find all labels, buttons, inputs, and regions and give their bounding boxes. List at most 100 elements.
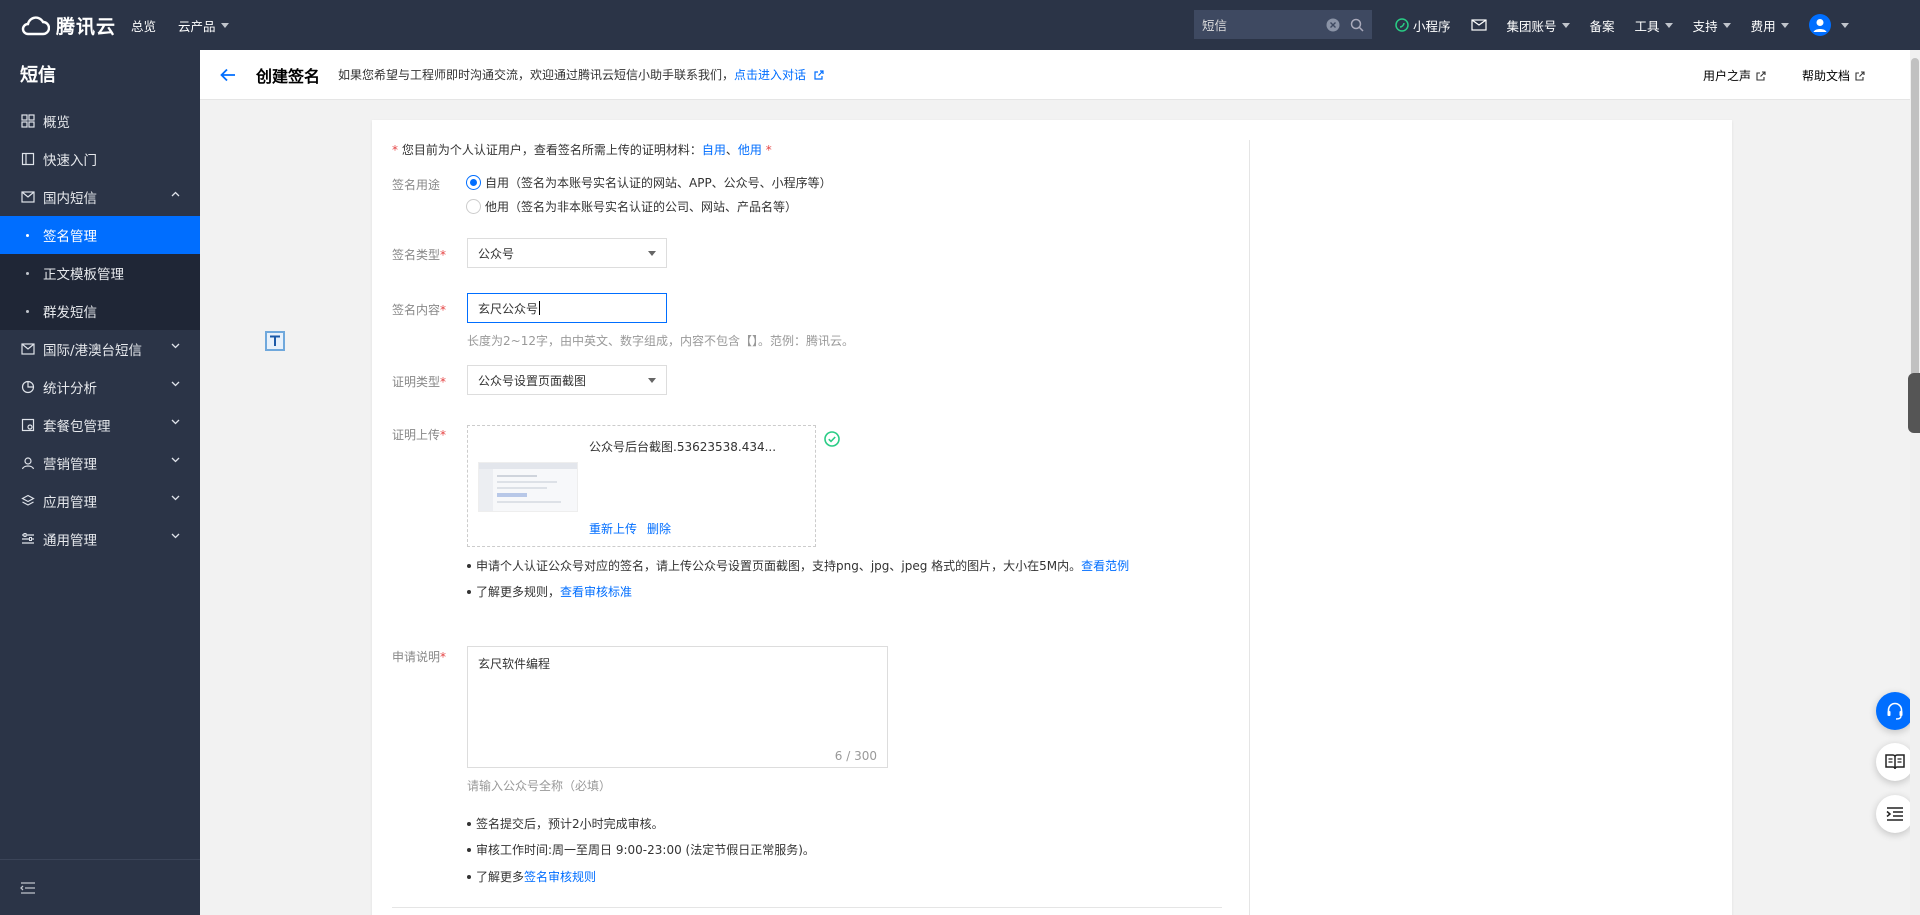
external-link-icon	[1756, 70, 1766, 81]
purpose-label: 签名用途	[392, 178, 441, 192]
user-voice-link[interactable]: 用户之声	[1685, 67, 1766, 84]
sidebar-item-label: 概览	[43, 115, 70, 131]
purpose-other-radio[interactable]: 他用（签名为非本账号实名认证的公司、网站、产品名等）	[466, 198, 797, 215]
chevron-down-icon	[648, 250, 656, 256]
search-input[interactable]: 短信	[1194, 10, 1372, 39]
uploaded-file-name: 公众号后台截图.53623538.434...	[589, 440, 777, 454]
chevron-down-icon	[648, 377, 656, 383]
top-right-nav: 小程序 集团账号 备案 工具 支持 费用	[1385, 0, 1859, 50]
nav-products-label: 云产品	[178, 18, 216, 34]
chevron-down-icon	[1722, 22, 1731, 28]
nav-billing[interactable]: 费用	[1741, 0, 1799, 50]
sidebar-title: 短信	[20, 65, 56, 86]
chevron-down-icon	[171, 343, 180, 349]
description-hint: 请输入公众号全称（必填）	[467, 779, 612, 793]
back-button[interactable]	[218, 65, 238, 85]
sidebar-item-overview[interactable]: 概览	[0, 102, 200, 140]
radio-checked	[466, 175, 481, 190]
review-note-3-text: 了解更多	[476, 870, 525, 884]
signature-content-value: 玄尺公众号	[478, 301, 539, 316]
review-note-1-text: 签名提交后，预计2小时完成审核。	[476, 817, 664, 831]
collapse-icon	[20, 881, 35, 894]
success-check-icon	[824, 431, 840, 447]
open-book-icon	[1885, 754, 1905, 770]
reupload-link[interactable]: 重新上传	[589, 520, 637, 537]
help-docs-link[interactable]: 帮助文档	[1784, 67, 1865, 84]
side-panel-handle[interactable]	[1908, 373, 1920, 433]
signature-type-value: 公众号	[478, 246, 515, 261]
nav-support[interactable]: 支持	[1683, 0, 1741, 50]
sidebar-item-domestic-sms[interactable]: 国内短信	[0, 178, 200, 216]
bullet-dot	[26, 309, 29, 313]
chevron-down-icon	[171, 533, 180, 539]
upload-area[interactable]: 公众号后台截图.53623538.434... 重新上传 删除	[467, 425, 816, 547]
description-textarea[interactable]: 玄尺软件编程 6 / 300	[467, 646, 888, 768]
sidebar-item-template-management[interactable]: 正文模板管理	[0, 254, 200, 292]
text-cursor	[539, 301, 541, 315]
sidebar-item-signature-management[interactable]: 签名管理	[0, 216, 200, 254]
sidebar-item-app-management[interactable]: 应用管理	[0, 482, 200, 520]
review-note-1: 签名提交后，预计2小时完成审核。	[467, 815, 664, 832]
miniprogram-icon	[1395, 18, 1409, 32]
chevron-down-icon	[171, 381, 180, 387]
sidebar-item-bulk-sms[interactable]: 群发短信	[0, 292, 200, 330]
sidebar-item-statistics[interactable]: 统计分析	[0, 368, 200, 406]
customer-service-button[interactable]	[1876, 692, 1914, 730]
nav-group-account-label: 集团账号	[1506, 18, 1557, 34]
sidebar-item-label: 国际/港澳台短信	[43, 343, 143, 359]
sidebar-item-marketing[interactable]: 营销管理	[0, 444, 200, 482]
docs-button[interactable]	[1876, 743, 1914, 781]
text-tool-icon[interactable]	[265, 331, 285, 351]
collapse-sidebar-button[interactable]	[0, 859, 200, 915]
tencent-cloud-logo[interactable]: 腾讯云	[20, 12, 120, 39]
nav-products[interactable]: 云产品	[167, 0, 240, 50]
nav-miniprogram[interactable]: 小程序	[1385, 0, 1461, 50]
signature-type-select[interactable]: 公众号	[467, 238, 667, 268]
sidebar-item-international-sms[interactable]: 国际/港澳台短信	[0, 330, 200, 368]
clear-icon[interactable]	[1326, 18, 1340, 32]
required-mark: *	[392, 143, 402, 157]
cloud-icon	[21, 16, 50, 36]
delete-link[interactable]: 删除	[647, 520, 671, 537]
messages-button[interactable]	[1461, 0, 1497, 50]
nav-tools[interactable]: 工具	[1625, 0, 1683, 50]
purpose-self-radio[interactable]: 自用（签名为本账号实名认证的网站、APP、公众号、小程序等）	[466, 174, 832, 191]
separator: 、	[725, 143, 738, 157]
mail-icon	[1470, 19, 1487, 31]
sidebar-item-package-management[interactable]: 套餐包管理	[0, 406, 200, 444]
nav-group-account[interactable]: 集团账号	[1497, 0, 1580, 50]
chat-link[interactable]: 点击进入对话	[734, 68, 806, 82]
view-example-link[interactable]: 查看范例	[1081, 557, 1129, 574]
grid-icon	[20, 113, 36, 129]
nav-overview-label: 总览	[131, 18, 157, 34]
form-divider	[392, 907, 1222, 908]
upload-note-1: 申请个人认证公众号对应的签名，请上传公众号设置页面截图，支持png、jpg、jp…	[467, 557, 1129, 574]
review-standard-link[interactable]: 查看审核标准	[560, 583, 632, 600]
search-icon[interactable]	[1350, 18, 1364, 32]
proof-type-select[interactable]: 公众号设置页面截图	[467, 365, 667, 395]
nav-filing[interactable]: 备案	[1580, 0, 1625, 50]
sidebar-item-quickstart[interactable]: 快速入门	[0, 140, 200, 178]
bullet-dot	[467, 821, 471, 826]
review-rules-link[interactable]: 签名审核规则	[524, 868, 596, 885]
outline-button[interactable]	[1876, 795, 1914, 833]
nav-overview[interactable]: 总览	[120, 0, 167, 50]
self-use-link[interactable]: 自用	[702, 143, 726, 157]
content-label: 签名内容*	[392, 303, 447, 317]
nav-support-label: 支持	[1692, 18, 1718, 34]
signature-content-input[interactable]: 玄尺公众号	[467, 293, 667, 323]
external-link-icon	[814, 70, 824, 80]
sidebar-item-label: 正文模板管理	[43, 267, 124, 283]
chevron-up-icon	[171, 191, 180, 197]
user-menu[interactable]	[1799, 0, 1859, 50]
sidebar-item-general-management[interactable]: 通用管理	[0, 520, 200, 558]
sidebar-item-label: 应用管理	[43, 495, 97, 511]
auth-notice: * 您目前为个人认证用户，查看签名所需上传的证明材料：自用、他用 *	[392, 141, 772, 158]
scrollbar-thumb[interactable]	[1911, 58, 1919, 378]
nav-billing-label: 费用	[1750, 18, 1776, 34]
other-use-link[interactable]: 他用	[738, 143, 762, 157]
upload-actions: 重新上传 删除	[589, 520, 671, 537]
sidebar-item-label: 套餐包管理	[43, 419, 111, 435]
uploaded-image-thumbnail[interactable]	[478, 462, 578, 512]
bullet-dot	[467, 563, 471, 568]
